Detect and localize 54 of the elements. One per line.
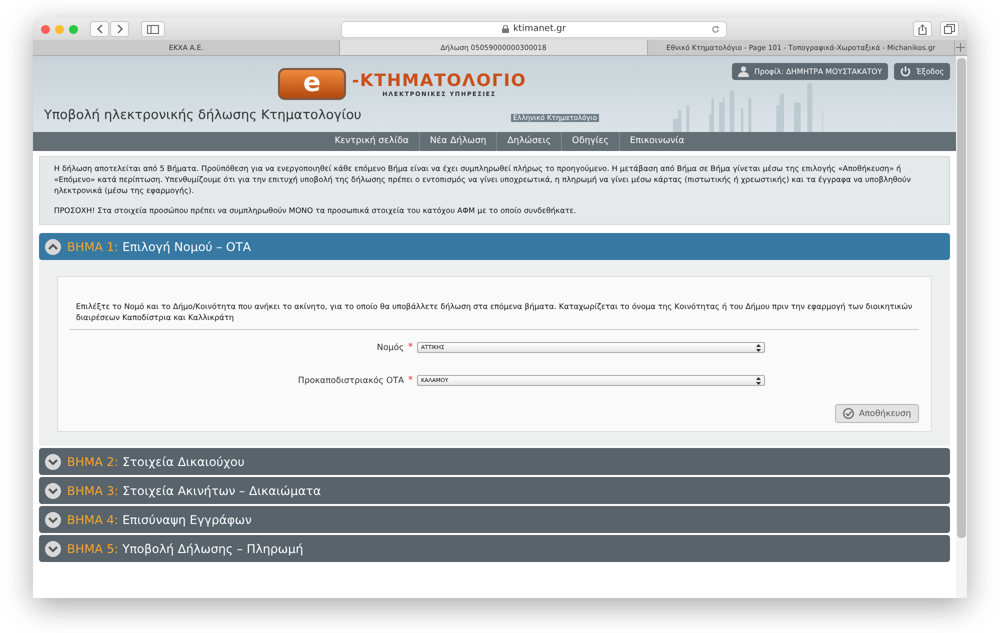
tabs-icon	[944, 24, 955, 34]
logo-title: -ΚΤΗΜΑΤΟΛΟΓΙΟ	[352, 70, 526, 90]
expand-icon	[45, 540, 61, 556]
updown-icon	[756, 344, 761, 352]
nav-link[interactable]: Νέα Δήλωση	[420, 132, 498, 151]
site-title: Υποβολή ηλεκτρονικής δήλωσης Κτηματολογίου	[44, 108, 362, 123]
step-title: Επιλογή Νομού – ΟΤΑ	[122, 240, 251, 254]
chevron-left-icon	[96, 24, 104, 34]
plus-icon	[956, 43, 966, 52]
back-button[interactable]	[90, 21, 109, 37]
field-label: Νομός	[376, 342, 404, 352]
user-icon	[738, 66, 750, 77]
share-icon	[918, 24, 927, 34]
expand-icon	[45, 512, 61, 528]
field-label: Προκαποδιστριακός ΟΤΑ	[297, 376, 404, 386]
step-header[interactable]: ΒΗΜΑ 1: Επιλογή Νομού – ΟΤΑ	[39, 233, 950, 260]
nav-link[interactable]: Κεντρική σελίδα	[324, 132, 420, 151]
chevron-right-icon	[116, 24, 124, 34]
nav-link[interactable]: Οδηγίες	[562, 132, 620, 151]
check-icon	[842, 408, 854, 419]
updown-icon	[756, 376, 761, 384]
nav-link[interactable]: Επικοινωνία	[620, 132, 694, 151]
sidebar-button[interactable]	[141, 21, 165, 37]
reload-icon[interactable]	[711, 24, 720, 34]
tabs-button[interactable]	[940, 21, 959, 37]
sidebar-icon	[147, 24, 159, 34]
collapse-icon	[45, 238, 61, 254]
step-title: Στοιχεία Δικαιούχου	[122, 454, 245, 468]
new-tab-button[interactable]	[954, 40, 967, 55]
step-number: ΒΗΜΑ 5:	[67, 542, 118, 556]
step-header[interactable]: ΒΗΜΑ 3: Στοιχεία Ακινήτων – Δικαιώματα	[39, 477, 950, 504]
share-button[interactable]	[913, 21, 932, 37]
step-title: Υποβολή Δήλωσης – Πληρωμή	[122, 542, 304, 556]
forward-button[interactable]	[110, 21, 129, 37]
step-title: Στοιχεία Ακινήτων – Δικαιώματα	[122, 484, 322, 498]
step-header[interactable]: ΒΗΜΑ 4: Επισύναψη Εγγράφων	[39, 506, 950, 533]
step-number: ΒΗΜΑ 1:	[67, 240, 118, 254]
step-title: Επισύναψη Εγγράφων	[122, 512, 252, 526]
save-button[interactable]: Αποθήκευση	[834, 404, 919, 423]
step-number: ΒΗΜΑ 3:	[67, 484, 118, 498]
step-header[interactable]: ΒΗΜΑ 5: Υποβολή Δήλωσης – Πληρωμή	[39, 535, 950, 562]
step-number: ΒΗΜΑ 4:	[67, 512, 118, 526]
required-mark: *	[408, 375, 413, 386]
nav-link[interactable]: Δηλώσεις	[497, 132, 562, 151]
url-text: ktimanet.gr	[513, 24, 566, 34]
expand-icon	[45, 454, 61, 470]
step-header[interactable]: ΒΗΜΑ 2: Στοιχεία Δικαιούχου	[39, 448, 950, 475]
address-bar[interactable]: ktimanet.gr	[341, 20, 727, 38]
required-mark: *	[408, 342, 413, 353]
expand-icon	[45, 482, 61, 498]
logo-badge: e	[278, 68, 346, 100]
power-icon	[900, 66, 912, 77]
lock-icon	[502, 25, 510, 33]
step-number: ΒΗΜΑ 2:	[67, 454, 118, 468]
